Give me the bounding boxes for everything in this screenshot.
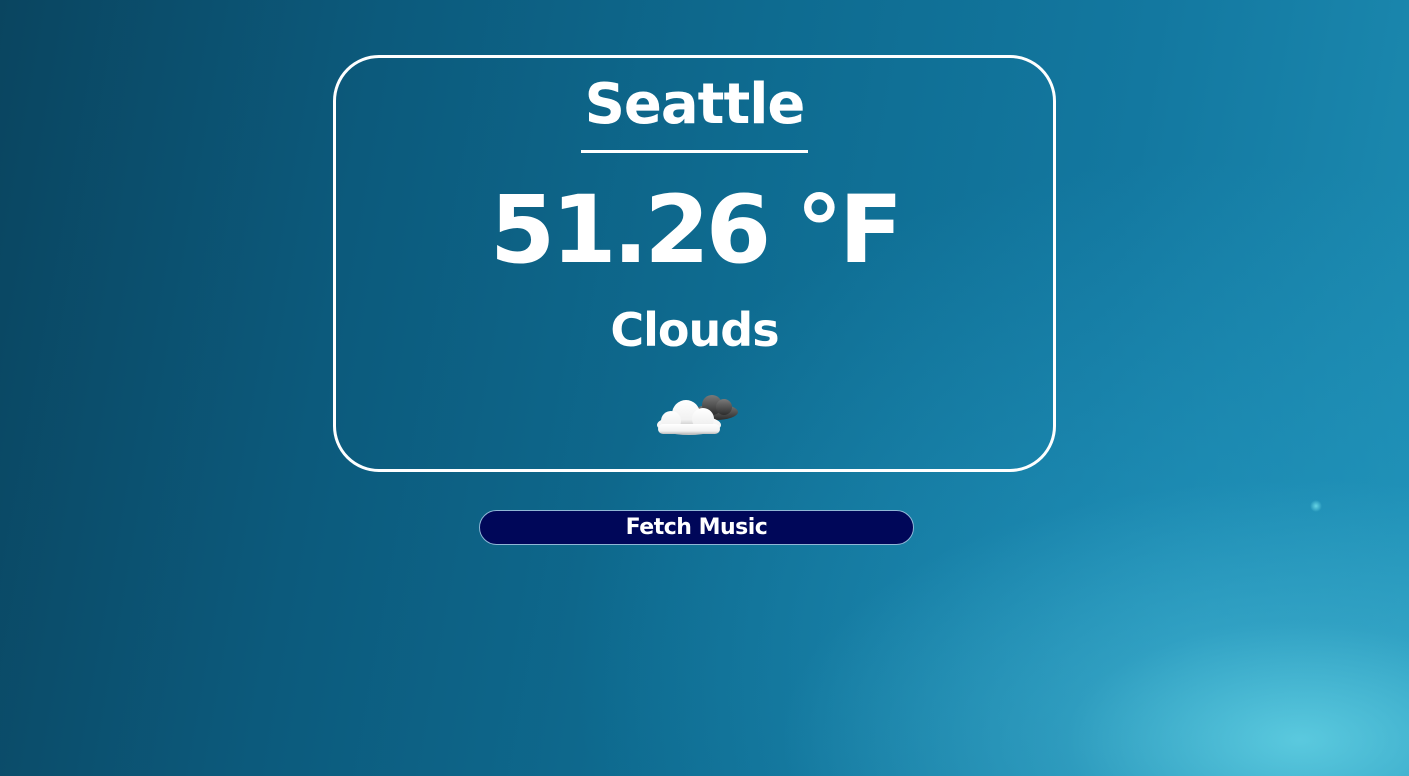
cloud-icon	[657, 395, 738, 435]
temperature: 51.26 °F	[489, 176, 903, 285]
city-heading-wrap: Seattle	[336, 70, 1053, 153]
city-name: Seattle	[580, 70, 809, 153]
fetch-music-button[interactable]: Fetch Music	[479, 510, 914, 545]
weather-condition: Clouds	[610, 303, 779, 357]
weather-card: Seattle 51.26 °F Clouds	[333, 55, 1056, 472]
background-sparkle	[1310, 500, 1322, 512]
